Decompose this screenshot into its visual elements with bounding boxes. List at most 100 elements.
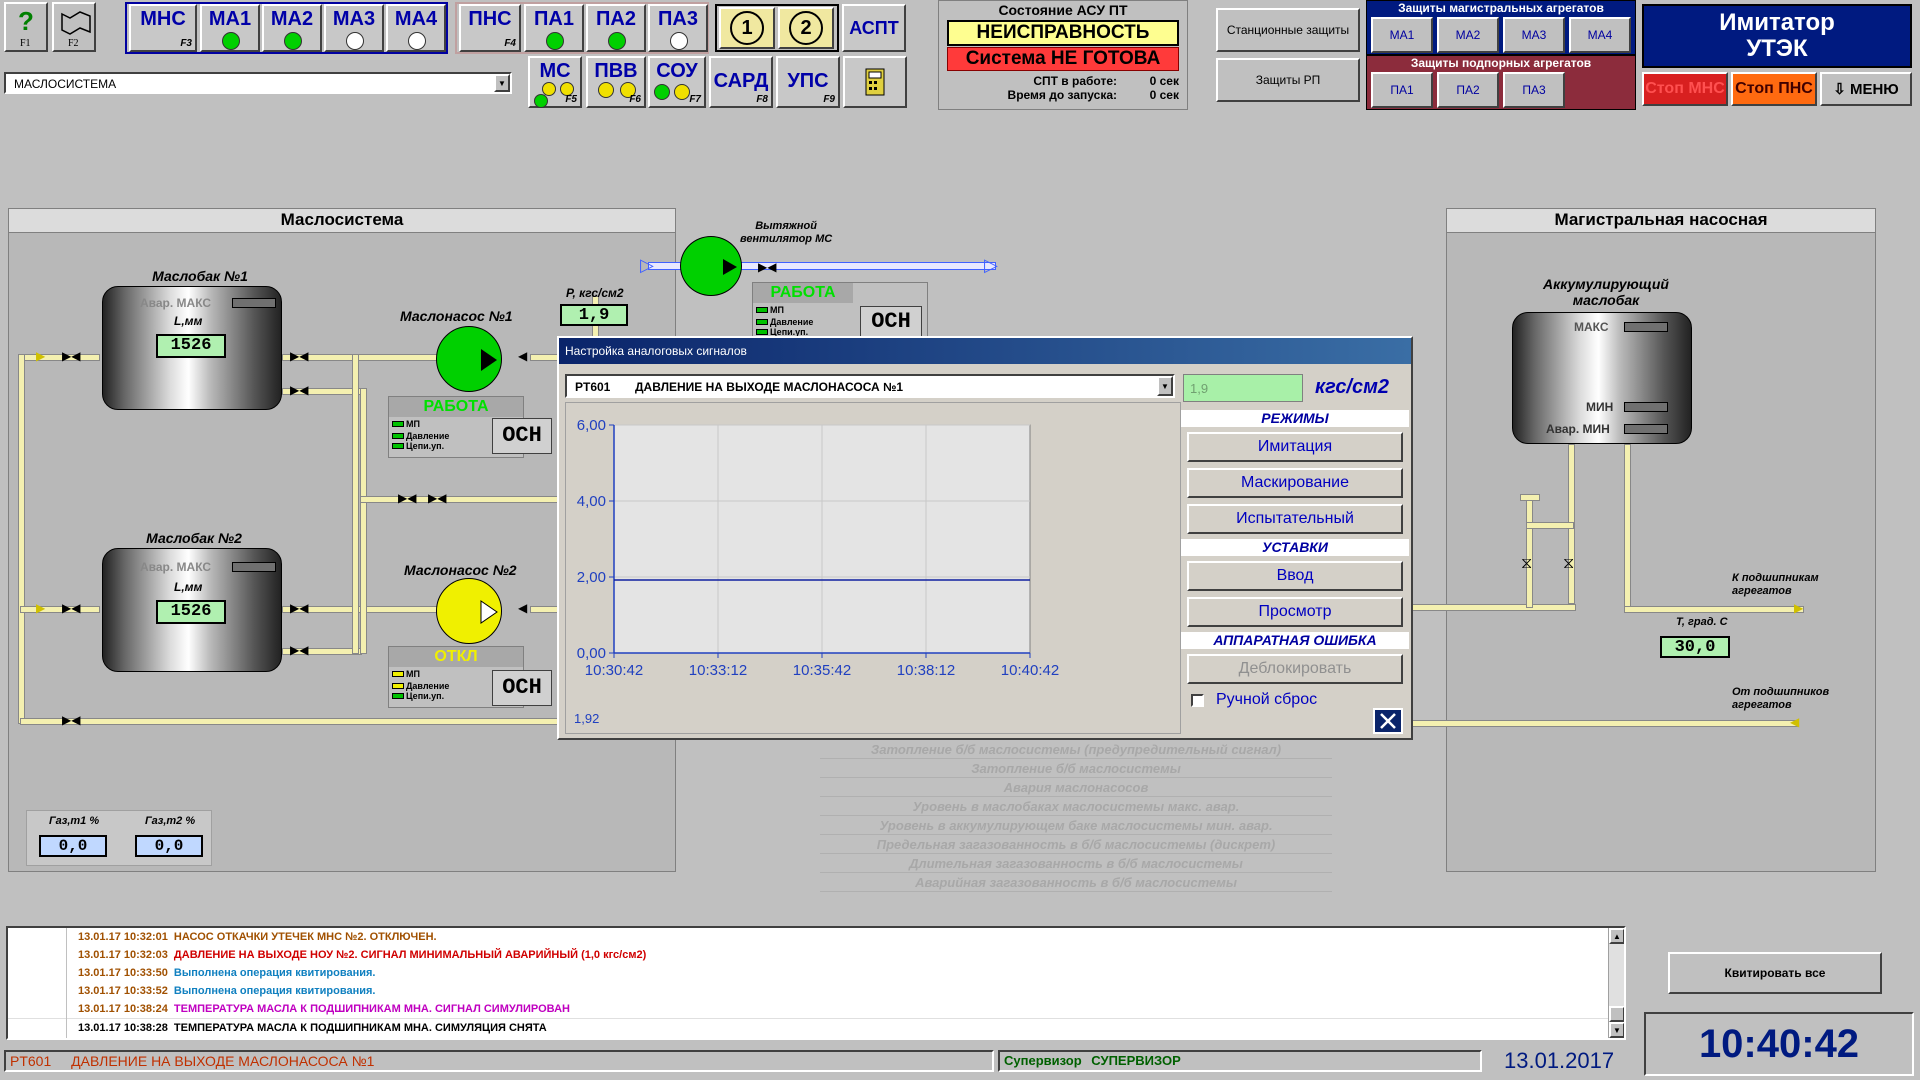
protect-pa1-button[interactable]: ПА1 <box>1371 72 1433 108</box>
oil-pump-1[interactable] <box>436 326 502 392</box>
chart-y-tick-label: 0,00 <box>577 645 606 662</box>
protect-pa3-button[interactable]: ПА3 <box>1503 72 1565 108</box>
to-bearings-line-1: К подшипникам <box>1732 572 1819 584</box>
protect-pa3-label: ПА3 <box>1522 83 1546 97</box>
log-row[interactable]: 13.01.17 10:38:28 ТЕМПЕРАТУРА МАСЛА К ПОД… <box>8 1018 1624 1036</box>
log-scrollbar[interactable]: ▲ ▼ <box>1608 928 1624 1038</box>
log-row[interactable]: 13.01.17 10:38:24 ТЕМПЕРАТУРА МАСЛА К ПОД… <box>8 1000 1624 1018</box>
ups-key-label: F9 <box>823 94 835 105</box>
valve-icon: ▶◀ <box>62 713 81 727</box>
menu-button[interactable]: ⇩ МЕНЮ <box>1820 72 1912 106</box>
pipe <box>20 718 560 725</box>
pa2-button[interactable]: ПА2 <box>586 4 646 52</box>
protect-ma3-button[interactable]: МА3 <box>1503 17 1565 53</box>
imitation-button[interactable]: Имитация <box>1187 432 1403 462</box>
alarm-item: Длительная загазованность в б/б маслосис… <box>820 854 1332 873</box>
ack-all-button[interactable]: Квитировать все <box>1668 952 1882 994</box>
mns-button[interactable]: МНС F3 <box>129 4 197 52</box>
sard-button[interactable]: САРД F8 <box>709 56 773 108</box>
oil-pump-2[interactable] <box>436 578 502 644</box>
tank-1-level-value: 1526 <box>156 334 226 358</box>
pvv-button[interactable]: ПВВ F6 <box>586 56 646 108</box>
setpoint-input-button[interactable]: Ввод <box>1187 561 1403 591</box>
circle-1-icon: 1 <box>730 11 764 45</box>
log-time: 13.01.17 10:38:24 <box>78 1003 168 1015</box>
pa3-button[interactable]: ПА3 <box>648 4 708 52</box>
ma2-button[interactable]: МА2 <box>262 4 322 52</box>
protect-ma4-button[interactable]: МА4 <box>1569 17 1631 53</box>
station-protection-button[interactable]: Станционные защиты <box>1216 8 1360 52</box>
accumulator-max-label: МАКС <box>1574 320 1609 334</box>
setpoint-view-button[interactable]: Просмотр <box>1187 597 1403 627</box>
test-mode-button[interactable]: Испытательный <box>1187 504 1403 534</box>
ma4-button[interactable]: МА4 <box>386 4 446 52</box>
log-row[interactable]: 13.01.17 10:33:52 Выполнена операция квит… <box>8 982 1624 1000</box>
flow-arrow-icon: ◀ <box>1790 715 1800 729</box>
dialog-close-button[interactable] <box>1373 708 1403 734</box>
pump-1-mode[interactable]: ОСН <box>492 418 552 454</box>
ups-button[interactable]: УПС F9 <box>776 56 840 108</box>
hardware-error-title: АППАРАТНАЯ ОШИБКА <box>1181 632 1409 649</box>
tank-2-avar-max-label: Авар. МАКС <box>140 560 212 574</box>
pump-2-mp-label: МП <box>406 669 420 679</box>
pa1-button[interactable]: ПА1 <box>524 4 584 52</box>
pump-2-circuits-label: Цепи.уп. <box>406 691 445 701</box>
fan-pressure-label: Давление <box>770 317 814 327</box>
pns-button[interactable]: ПНС F4 <box>459 4 521 52</box>
device-button[interactable] <box>843 56 907 108</box>
screen-select[interactable]: МАСЛОСИСТЕМА ▼ <box>4 72 512 94</box>
manual-reset-checkbox[interactable] <box>1191 693 1204 707</box>
stop-mns-button[interactable]: Стоп МНС <box>1642 72 1728 106</box>
flow-arrow-icon: ▶ <box>36 601 46 615</box>
log-row[interactable]: 13.01.17 10:32:03 ДАВЛЕНИЕ НА ВЫХОДЕ НОУ … <box>8 946 1624 964</box>
dialog-titlebar[interactable]: Настройка аналоговых сигналов <box>559 338 1411 364</box>
protect-ma1-button[interactable]: МА1 <box>1371 17 1433 53</box>
f1-key-label: F1 <box>20 38 31 49</box>
rp-protection-button[interactable]: Защиты РП <box>1216 58 1360 102</box>
aspt-button[interactable]: АСПТ <box>842 4 906 52</box>
fan-mp-label: МП <box>770 305 784 315</box>
circle-1-button[interactable]: 1 <box>719 7 775 49</box>
ma1-button[interactable]: МА1 <box>200 4 260 52</box>
status-role-label: Супервизор <box>1004 1053 1082 1068</box>
protect-ma2-button[interactable]: МА2 <box>1437 17 1499 53</box>
log-row[interactable]: 13.01.17 10:32:01 НАСОС ОТКАЧКИ УТЕЧЕК МН… <box>8 928 1624 946</box>
pump-2-status: ОТКЛ <box>389 647 523 667</box>
ma3-button[interactable]: МА3 <box>324 4 384 52</box>
protect-pa1-label: ПА1 <box>1390 83 1414 97</box>
stop-pns-button[interactable]: Стоп ПНС <box>1731 72 1817 106</box>
scroll-down-button[interactable]: ▼ <box>1609 1022 1624 1038</box>
screen-select-dropdown-button[interactable]: ▼ <box>494 74 510 92</box>
signal-name: ДАВЛЕНИЕ НА ВЫХОДЕ МАСЛОНАСОСА №1 <box>635 380 904 394</box>
signal-select-dropdown-button[interactable]: ▼ <box>1157 376 1173 396</box>
mns-key-label: F3 <box>180 38 192 49</box>
sou-button[interactable]: СОУ F7 <box>648 56 706 108</box>
pump-1-mp-label: МП <box>406 419 420 429</box>
ms-button[interactable]: МС F5 <box>528 56 582 108</box>
protect-pa2-button[interactable]: ПА2 <box>1437 72 1499 108</box>
valve-icon: ▶◀ <box>62 601 81 615</box>
spt-row: СПТ в работе: 0 сек <box>939 74 1187 88</box>
unblock-button[interactable]: Деблокировать <box>1187 654 1403 684</box>
signal-select[interactable]: PT601 ДАВЛЕНИЕ НА ВЫХОДЕ МАСЛОНАСОСА №1 … <box>565 374 1175 398</box>
protect-ma4-label: МА4 <box>1587 28 1613 42</box>
exhaust-fan[interactable] <box>680 236 742 296</box>
masking-button[interactable]: Маскирование <box>1187 468 1403 498</box>
scroll-thumb[interactable] <box>1609 1006 1624 1022</box>
map-button[interactable]: F2 <box>52 2 96 52</box>
scroll-up-button[interactable]: ▲ <box>1609 928 1624 944</box>
setpoints-title: УСТАВКИ <box>1181 539 1409 556</box>
pump-2-mode[interactable]: ОСН <box>492 670 552 706</box>
ma3-label: МА3 <box>332 8 376 30</box>
circle-2-button[interactable]: 2 <box>778 7 834 49</box>
aspt-label: АСПТ <box>849 18 899 38</box>
pipe <box>1526 522 1574 529</box>
fan-mode[interactable]: ОСН <box>860 306 922 338</box>
log-row[interactable]: 13.01.17 10:33:50 Выполнена операция квит… <box>8 964 1624 982</box>
alarm-item: Затопление б/б маслосистемы <box>820 759 1332 778</box>
help-button[interactable]: ? F1 <box>4 2 48 52</box>
log-time: 13.01.17 10:33:52 <box>78 985 168 997</box>
ms-label: МС <box>539 60 571 82</box>
asu-state-title: Состояние АСУ ПТ <box>998 2 1128 18</box>
log-message: ТЕМПЕРАТУРА МАСЛА К ПОДШИПНИКАМ МНА. СИГ… <box>173 1003 570 1015</box>
